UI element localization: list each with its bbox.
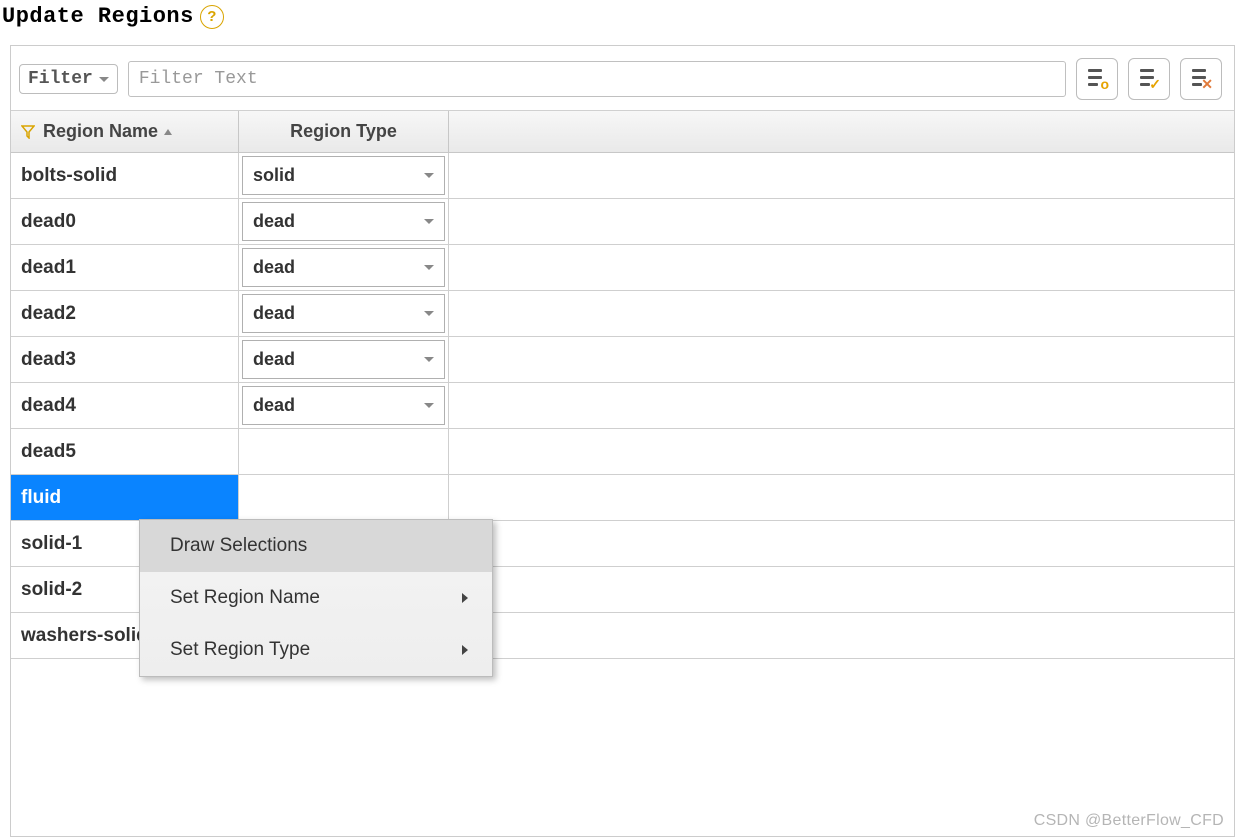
table-row[interactable]: dead0 dead [11, 199, 1234, 245]
watermark: CSDN @BetterFlow_CFD [1034, 812, 1224, 830]
table-row[interactable]: dead3 dead [11, 337, 1234, 383]
region-type-cell: dead [239, 337, 449, 382]
funnel-icon [21, 125, 35, 139]
column-header-region-name[interactable]: Region Name [11, 111, 239, 152]
region-type-cell: dead [239, 383, 449, 428]
context-menu-label: Set Region Type [170, 639, 310, 661]
region-type-value: dead [253, 395, 295, 416]
page-title: Update Regions [2, 4, 194, 29]
region-type-header-label: Region Type [290, 121, 397, 142]
region-name-cell[interactable]: dead2 [11, 291, 239, 336]
list-x-icon: ✕ [1190, 68, 1212, 90]
regions-panel: Filter o ✓ ✕ [10, 45, 1235, 837]
region-name-cell[interactable]: dead1 [11, 245, 239, 290]
filter-action-group: o ✓ ✕ [1076, 58, 1222, 100]
table-row[interactable]: dead4 dead [11, 383, 1234, 429]
region-name-cell[interactable]: fluid [11, 475, 239, 520]
context-menu-item[interactable]: Set Region Type [140, 624, 492, 676]
region-type-dropdown[interactable]: dead [242, 202, 445, 241]
chevron-down-icon [424, 265, 434, 270]
chevron-down-icon [424, 173, 434, 178]
table-row[interactable]: dead2 dead [11, 291, 1234, 337]
region-type-cell: dead [239, 245, 449, 290]
sort-asc-icon [164, 129, 172, 135]
list-clear-button[interactable]: ✕ [1180, 58, 1222, 100]
context-menu-label: Draw Selections [170, 535, 307, 557]
region-type-value: dead [253, 211, 295, 232]
region-type-cell [239, 475, 449, 520]
title-bar: Update Regions ? [0, 0, 1245, 37]
filter-button-label: Filter [28, 69, 93, 89]
region-type-dropdown[interactable]: dead [242, 294, 445, 333]
context-menu-item[interactable]: Set Region Name [140, 572, 492, 624]
filter-row: Filter o ✓ ✕ [11, 46, 1234, 110]
filter-dropdown-button[interactable]: Filter [19, 64, 118, 94]
column-header-spacer [449, 111, 1234, 152]
region-type-value: dead [253, 257, 295, 278]
region-type-value: dead [253, 349, 295, 370]
filter-text-input[interactable] [128, 61, 1066, 97]
context-menu-label: Set Region Name [170, 587, 320, 609]
list-circle-icon: o [1086, 68, 1108, 90]
chevron-down-icon [424, 219, 434, 224]
chevron-down-icon [99, 77, 109, 82]
column-header-region-type[interactable]: Region Type [239, 111, 449, 152]
chevron-down-icon [424, 357, 434, 362]
list-select-circle-button[interactable]: o [1076, 58, 1118, 100]
submenu-arrow-icon [462, 593, 468, 603]
table-row[interactable]: fluid [11, 475, 1234, 521]
list-check-icon: ✓ [1138, 68, 1160, 90]
context-menu-item[interactable]: Draw Selections [140, 520, 492, 572]
region-name-cell[interactable]: dead3 [11, 337, 239, 382]
table-row[interactable]: dead1 dead [11, 245, 1234, 291]
region-type-cell: solid [239, 153, 449, 198]
table-row[interactable]: bolts-solid solid [11, 153, 1234, 199]
region-type-value: dead [253, 303, 295, 324]
table-row[interactable]: dead5 [11, 429, 1234, 475]
region-type-dropdown[interactable]: dead [242, 340, 445, 379]
table-header: Region Name Region Type [11, 111, 1234, 153]
chevron-down-icon [424, 311, 434, 316]
region-name-header-label: Region Name [43, 121, 158, 142]
chevron-down-icon [424, 403, 434, 408]
list-select-check-button[interactable]: ✓ [1128, 58, 1170, 100]
region-name-cell[interactable]: dead4 [11, 383, 239, 428]
region-name-cell[interactable]: bolts-solid [11, 153, 239, 198]
context-menu: Draw Selections Set Region Name Set Region… [139, 519, 493, 677]
region-type-cell: dead [239, 199, 449, 244]
region-type-cell: dead [239, 291, 449, 336]
help-icon[interactable]: ? [200, 5, 224, 29]
region-type-dropdown[interactable]: solid [242, 156, 445, 195]
region-name-cell[interactable]: dead5 [11, 429, 239, 474]
submenu-arrow-icon [462, 645, 468, 655]
region-type-dropdown[interactable]: dead [242, 386, 445, 425]
region-type-value: solid [253, 165, 295, 186]
region-name-cell[interactable]: dead0 [11, 199, 239, 244]
region-type-dropdown[interactable]: dead [242, 248, 445, 287]
region-type-cell [239, 429, 449, 474]
